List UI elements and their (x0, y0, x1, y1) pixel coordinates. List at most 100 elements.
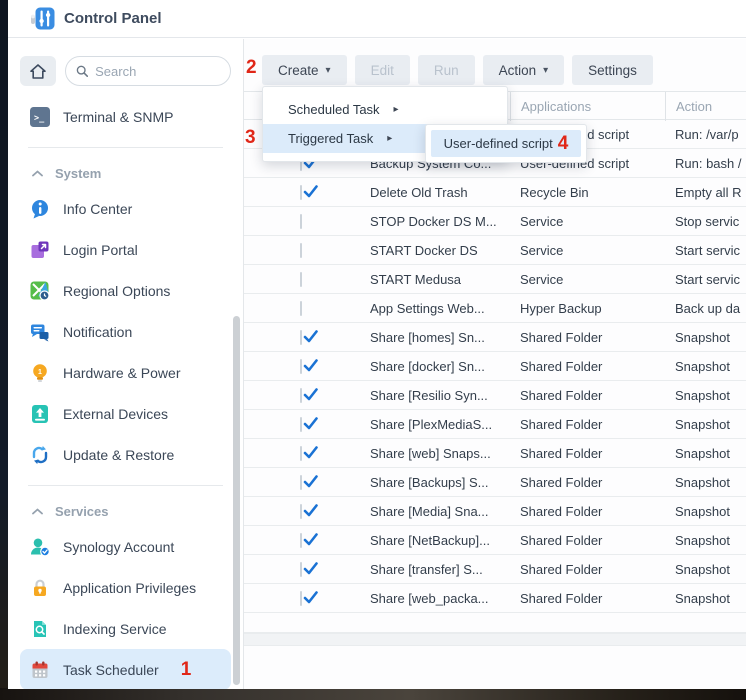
table-row[interactable]: Share [transfer] S...Shared FolderSnapsh… (244, 555, 746, 584)
application-cell: Recycle Bin (510, 185, 665, 200)
action-cell: Snapshot (665, 388, 746, 403)
sidebar-item-label: Indexing Service (63, 621, 167, 637)
sidebar-section-services[interactable]: Services (20, 496, 231, 526)
sidebar-item-task-scheduler[interactable]: Task Scheduler1 (20, 649, 231, 689)
sidebar-item-update-restore[interactable]: Update & Restore (20, 434, 231, 475)
table-row[interactable]: Delete Old TrashRecycle BinEmpty all R (244, 178, 746, 207)
task-name-cell: START Docker DS (370, 243, 510, 258)
sidebar-item-info-center[interactable]: Info Center (20, 188, 231, 229)
action-cell: Run: bash / (665, 156, 746, 171)
sidebar-item-hardware-power[interactable]: 1 Hardware & Power (20, 352, 231, 393)
checkbox-unchecked (300, 214, 302, 229)
search-input[interactable] (95, 64, 220, 79)
action-cell: Snapshot (665, 504, 746, 519)
task-name-cell: Share [Backups] S... (370, 475, 510, 490)
application-cell: Service (510, 272, 665, 287)
application-cell: Shared Folder (510, 417, 665, 432)
checkbox-unchecked (300, 301, 302, 316)
home-icon (30, 64, 46, 79)
button-label: Run (434, 63, 459, 78)
table-row[interactable]: START Docker DSServiceStart servic (244, 236, 746, 265)
chat-bubbles-icon (30, 322, 50, 342)
action-cell: Snapshot (665, 591, 746, 606)
sidebar-nav: >_Terminal & SNMP System Info CenterLogin … (20, 96, 231, 689)
desktop-wallpaper (0, 688, 746, 700)
task-name-cell: STOP Docker DS M... (370, 214, 510, 229)
task-name-cell: Share [PlexMediaS... (370, 417, 510, 432)
sidebar-item-regional-options[interactable]: Regional Options (20, 270, 231, 311)
enabled-cell (244, 330, 370, 345)
caret-down-icon: ▾ (543, 65, 548, 76)
action-cell: Snapshot (665, 446, 746, 461)
sidebar-item-label: Regional Options (63, 283, 170, 299)
settings-button[interactable]: Settings (572, 55, 653, 85)
application-cell: Shared Folder (510, 562, 665, 577)
action-cell: Snapshot (665, 533, 746, 548)
task-name-cell: Share [web_packa... (370, 591, 510, 606)
sidebar-item-indexing-service[interactable]: Indexing Service (20, 608, 231, 649)
menu-item-label: Scheduled Task (288, 102, 380, 117)
task-name-cell: Share [homes] Sn... (370, 330, 510, 345)
horizontal-scrollbar[interactable] (244, 633, 746, 646)
home-button[interactable] (20, 56, 56, 86)
table-row[interactable]: Share [Resilio Syn...Shared FolderSnapsh… (244, 381, 746, 410)
login-portal-icon (30, 240, 50, 260)
sidebar-item-notification[interactable]: Notification (20, 311, 231, 352)
enabled-cell (244, 504, 370, 519)
empty-row (244, 613, 746, 633)
edit-button: Edit (355, 55, 410, 85)
checkbox-checked (300, 533, 302, 548)
menu-item-scheduled-task[interactable]: Scheduled Task ▸ (263, 95, 507, 124)
checkbox-checked (300, 504, 302, 519)
svg-text:1: 1 (38, 369, 42, 376)
task-name-cell: START Medusa (370, 272, 510, 287)
info-icon (30, 199, 50, 219)
application-cell: Shared Folder (510, 504, 665, 519)
checkbox-checked (300, 591, 302, 606)
search-icon (76, 64, 88, 78)
action-button[interactable]: Action▾ (483, 55, 565, 85)
sidebar-section-system[interactable]: System (20, 158, 231, 188)
table-row[interactable]: START MedusaServiceStart servic (244, 265, 746, 294)
document-search-icon (30, 619, 50, 639)
table-row[interactable]: Share [PlexMediaS...Shared FolderSnapsho… (244, 410, 746, 439)
table-row[interactable]: Share [homes] Sn...Shared FolderSnapshot (244, 323, 746, 352)
table-row[interactable]: Share [NetBackup]...Shared FolderSnapsho… (244, 526, 746, 555)
sidebar-item-label: Task Scheduler (63, 662, 159, 678)
table-row[interactable]: Share [web_packa...Shared FolderSnapshot (244, 584, 746, 613)
sidebar-item-login-portal[interactable]: Login Portal (20, 229, 231, 270)
table-row[interactable]: App Settings Web...Hyper BackupBack up d… (244, 294, 746, 323)
table-row[interactable]: Share [Media] Sna...Shared FolderSnapsho… (244, 497, 746, 526)
control-panel-window: Control Panel >_Terminal & SNMPSystemI (8, 0, 746, 689)
application-cell: Service (510, 214, 665, 229)
search-box[interactable] (65, 56, 231, 86)
chevron-up-icon (32, 164, 43, 182)
table-row[interactable]: Share [docker] Sn...Shared FolderSnapsho… (244, 352, 746, 381)
enabled-cell (244, 359, 370, 374)
sidebar-item-external-devices[interactable]: External Devices (20, 393, 231, 434)
column-header-action: Action (665, 92, 746, 121)
button-label: Create (278, 63, 319, 78)
enabled-cell (244, 591, 370, 606)
table-row[interactable]: Share [Backups] S...Shared FolderSnapsho… (244, 468, 746, 497)
checkbox-checked (300, 475, 302, 490)
table-row[interactable]: STOP Docker DS M...ServiceStop servic (244, 207, 746, 236)
menu-item-user-defined-script[interactable]: User-defined script4 (431, 130, 581, 157)
lightbulb-icon: 1 (30, 363, 50, 383)
sidebar-item-application-privileges[interactable]: Application Privileges (20, 567, 231, 608)
sidebar-scrollbar[interactable] (233, 316, 240, 685)
sidebar-item-terminal-snmp[interactable]: >_Terminal & SNMP (20, 96, 231, 137)
create-button[interactable]: Create ▾ (262, 55, 347, 85)
checkbox-checked (300, 185, 302, 200)
section-label: System (55, 166, 101, 181)
enabled-cell (244, 214, 370, 229)
checkbox-checked (300, 417, 302, 432)
table-row[interactable]: Share [web] Snaps...Shared FolderSnapsho… (244, 439, 746, 468)
caret-down-icon: ▾ (326, 65, 331, 76)
enabled-cell (244, 243, 370, 258)
button-label: Edit (371, 63, 394, 78)
sidebar-item-label: Hardware & Power (63, 365, 181, 381)
sidebar-item-synology-account[interactable]: Synology Account (20, 526, 231, 567)
checkbox-checked (300, 330, 302, 345)
submenu-arrow-icon: ▸ (394, 104, 399, 115)
